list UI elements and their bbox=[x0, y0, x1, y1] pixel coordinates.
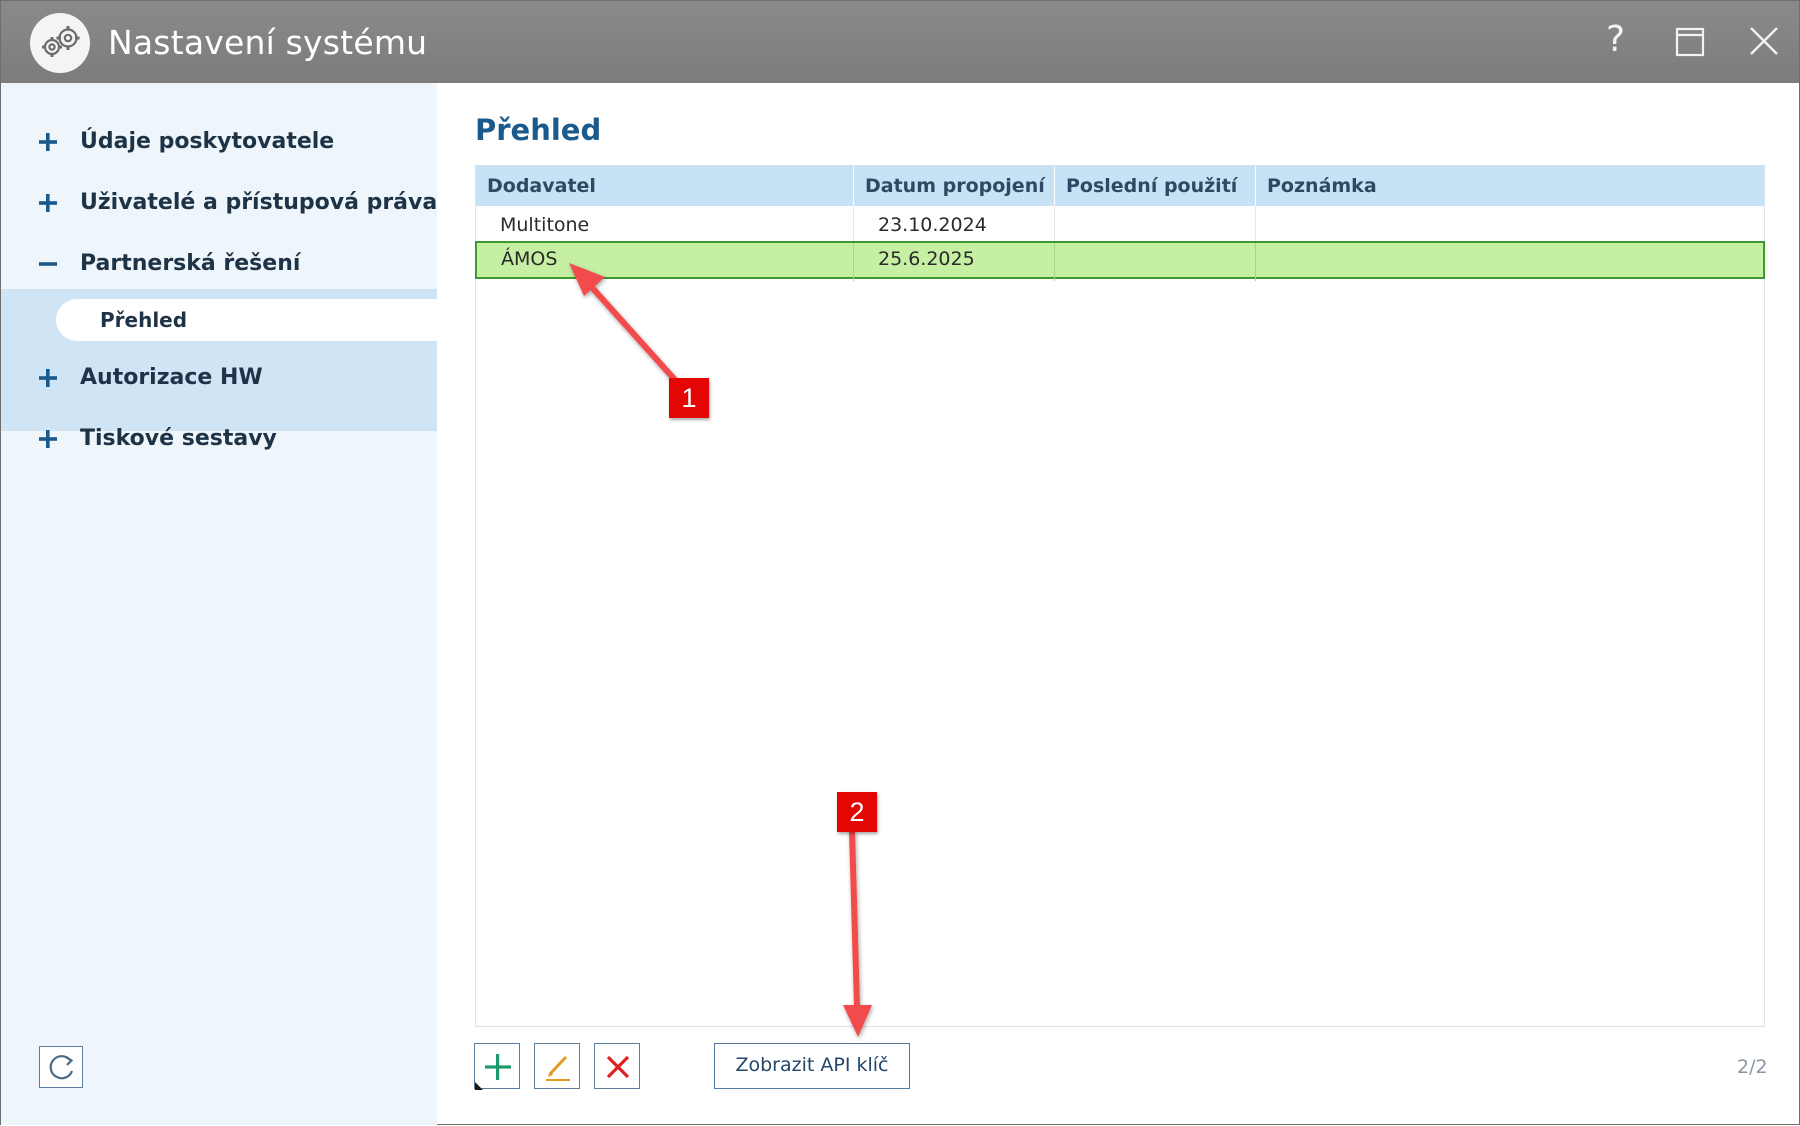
title-bar[interactable]: Nastavení systému ? bbox=[1, 1, 1799, 83]
cell-datum: 25.6.2025 bbox=[854, 243, 1055, 281]
window-title: Nastavení systému bbox=[108, 23, 428, 62]
table-header: Dodavatel Datum propojení Poslední použi… bbox=[476, 166, 1764, 206]
sidebar-item-uzivatele[interactable]: Uživatelé a přístupová práva bbox=[1, 176, 437, 236]
settings-window: Nastavení systému ? Údaje poskytovatele bbox=[0, 0, 1800, 1125]
cell-dodavatel: Multitone bbox=[476, 206, 854, 244]
page-count: 2/2 bbox=[1737, 1056, 1768, 1078]
plus-icon bbox=[475, 1054, 511, 1090]
plus-icon bbox=[37, 367, 59, 389]
page-title: Přehled bbox=[475, 113, 602, 147]
sidebar-item-label: Tiskové sestavy bbox=[80, 426, 277, 451]
column-header-datum-propojeni[interactable]: Datum propojení bbox=[854, 166, 1055, 206]
column-header-poznamka[interactable]: Poznámka bbox=[1256, 166, 1764, 206]
partners-table: Dodavatel Datum propojení Poslední použi… bbox=[475, 165, 1765, 1027]
cell-poznamka bbox=[1256, 206, 1764, 244]
sidebar-item-label: Partnerská řešení bbox=[80, 251, 301, 276]
sidebar-item-udaje-poskytovatele[interactable]: Údaje poskytovatele bbox=[1, 115, 437, 175]
column-header-posledni-pouziti[interactable]: Poslední použití bbox=[1055, 166, 1256, 206]
show-api-key-button[interactable]: Zobrazit API klíč bbox=[714, 1043, 910, 1089]
help-button[interactable]: ? bbox=[1593, 17, 1645, 67]
column-header-dodavatel[interactable]: Dodavatel bbox=[476, 166, 854, 206]
edit-button[interactable] bbox=[534, 1043, 580, 1089]
close-button[interactable] bbox=[1738, 17, 1790, 67]
minus-icon bbox=[37, 253, 59, 275]
annotation-badge-2: 2 bbox=[837, 792, 877, 832]
sidebar: Údaje poskytovatele Uživatelé a přístupo… bbox=[1, 83, 437, 1125]
sidebar-item-tiskove-sestavy[interactable]: Tiskové sestavy bbox=[1, 412, 437, 472]
sidebar-subitem-label: Přehled bbox=[100, 308, 188, 332]
table-row[interactable]: Multitone 23.10.2024 bbox=[476, 206, 1764, 244]
table-row-selected[interactable]: ÁMOS 25.6.2025 bbox=[475, 241, 1765, 281]
cell-dodavatel: ÁMOS bbox=[477, 243, 854, 281]
sidebar-item-label: Uživatelé a přístupová práva bbox=[80, 190, 438, 215]
sidebar-item-label: Údaje poskytovatele bbox=[80, 129, 335, 154]
help-icon: ? bbox=[1606, 19, 1626, 60]
add-button[interactable] bbox=[474, 1043, 520, 1090]
pencil-icon bbox=[546, 1055, 570, 1081]
plus-icon bbox=[37, 192, 59, 214]
cell-poznamka bbox=[1256, 243, 1762, 281]
plus-icon bbox=[37, 428, 59, 450]
refresh-icon bbox=[49, 1055, 74, 1080]
sidebar-subitem-prehled[interactable]: Přehled bbox=[56, 299, 437, 341]
sidebar-item-partnerska-reseni[interactable]: Partnerská řešení bbox=[1, 237, 437, 297]
cell-posledni bbox=[1055, 206, 1256, 244]
x-icon bbox=[606, 1055, 630, 1079]
gears-icon bbox=[30, 13, 90, 73]
cell-posledni bbox=[1055, 243, 1256, 281]
maximize-button[interactable] bbox=[1663, 17, 1715, 67]
sidebar-item-label: Autorizace HW bbox=[80, 365, 263, 390]
refresh-button[interactable] bbox=[39, 1046, 83, 1088]
annotation-badge-1: 1 bbox=[669, 378, 709, 418]
close-icon bbox=[1750, 27, 1778, 55]
delete-button[interactable] bbox=[594, 1043, 640, 1089]
cell-datum: 23.10.2024 bbox=[854, 206, 1055, 244]
sidebar-item-autorizace-hw[interactable]: Autorizace HW bbox=[1, 351, 437, 411]
maximize-icon bbox=[1675, 27, 1705, 57]
plus-icon bbox=[37, 131, 59, 153]
